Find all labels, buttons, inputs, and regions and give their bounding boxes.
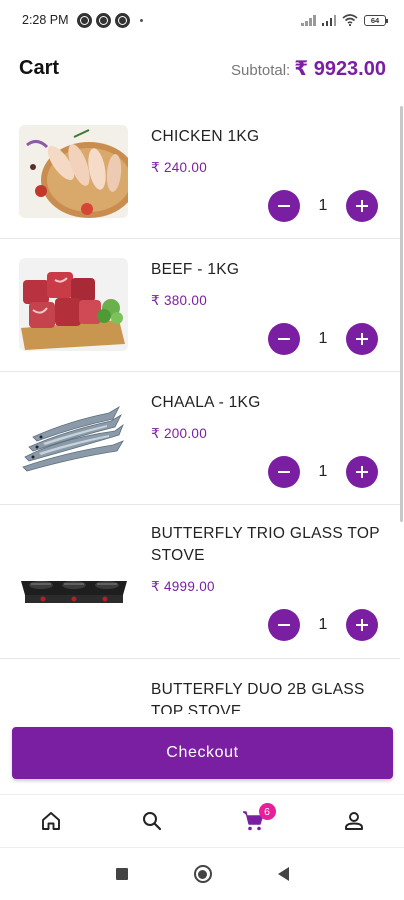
notification-icon (95, 12, 111, 28)
minus-icon (278, 624, 290, 626)
cart-header: Cart Subtotal: ₹ 9923.00 (0, 40, 404, 96)
minus-icon (278, 338, 290, 340)
plus-icon (356, 466, 368, 478)
quantity-value: 1 (318, 330, 328, 347)
decrease-quantity-button[interactable] (268, 190, 300, 222)
status-right: 64 (301, 14, 388, 26)
scrollbar[interactable] (400, 106, 403, 522)
item-image[interactable] (19, 258, 128, 351)
signal-icon (321, 14, 336, 26)
plus-icon (356, 200, 368, 212)
decrease-quantity-button[interactable] (268, 456, 300, 488)
signal-icon (301, 14, 316, 26)
decrease-quantity-button[interactable] (268, 323, 300, 355)
quantity-stepper[interactable]: 1 (268, 323, 378, 355)
notification-icon (76, 12, 92, 28)
item-image[interactable] (19, 125, 128, 218)
quantity-stepper[interactable]: 1 (268, 609, 378, 641)
checkout-button[interactable]: Checkout (12, 727, 393, 779)
more-notifications-icon (139, 18, 143, 22)
item-name: BUTTERFLY DUO 2B GLASS TOP STOVE (151, 681, 365, 714)
status-bar: 2:28 PM 64 (0, 0, 404, 40)
nav-item-cart[interactable]: 6 (202, 795, 303, 847)
decrease-quantity-button[interactable] (268, 609, 300, 641)
nav-item-home[interactable] (0, 795, 101, 847)
minus-icon (278, 205, 290, 207)
item-image[interactable] (19, 533, 128, 626)
quantity-value: 1 (318, 197, 328, 214)
status-left: 2:28 PM (22, 12, 143, 28)
profile-icon (344, 812, 363, 830)
item-price: ₹ 4999.00 (151, 579, 215, 594)
cart-item[interactable]: BUTTERFLY TRIO GLASS TOP STOVE ₹ 4999.00… (0, 505, 400, 659)
wifi-icon (342, 14, 358, 26)
quantity-stepper[interactable]: 1 (268, 190, 378, 222)
cart-item[interactable]: BEEF - 1KG ₹ 380.00 1 (0, 239, 400, 372)
item-price: ₹ 240.00 (151, 160, 208, 175)
increase-quantity-button[interactable] (346, 609, 378, 641)
item-price: ₹ 200.00 (151, 426, 208, 441)
notification-icon (114, 12, 130, 28)
increase-quantity-button[interactable] (346, 190, 378, 222)
quantity-value: 1 (318, 616, 328, 633)
recent-apps-button[interactable] (115, 868, 128, 880)
subtotal-value: ₹ 9923.00 (294, 57, 386, 80)
cart-item[interactable]: BUTTERFLY DUO 2B GLASS TOP STOVE (0, 659, 400, 714)
increase-quantity-button[interactable] (346, 456, 378, 488)
home-icon (41, 812, 60, 830)
item-price: ₹ 380.00 (151, 293, 208, 308)
subtotal: Subtotal: ₹ 9923.00 (231, 56, 386, 81)
system-nav-bar (0, 848, 404, 900)
status-time: 2:28 PM (22, 13, 69, 27)
plus-icon (356, 333, 368, 345)
quantity-value: 1 (318, 463, 328, 480)
cart-list[interactable]: CHICKEN 1KG ₹ 240.00 1 BEEF - 1KG ₹ 380.… (0, 106, 400, 714)
minus-icon (278, 471, 290, 473)
plus-icon (356, 619, 368, 631)
cart-item[interactable]: CHAALA - 1KG ₹ 200.00 1 (0, 372, 400, 505)
subtotal-label: Subtotal: (231, 61, 291, 79)
item-name: CHICKEN 1KG (151, 128, 260, 145)
cart-item[interactable]: CHICKEN 1KG ₹ 240.00 1 (0, 106, 400, 239)
increase-quantity-button[interactable] (346, 323, 378, 355)
nav-item-search[interactable] (101, 795, 202, 847)
item-name: CHAALA - 1KG (151, 394, 261, 411)
item-image[interactable] (19, 687, 128, 714)
item-image[interactable] (19, 391, 128, 484)
home-system-button[interactable] (193, 865, 212, 883)
back-button[interactable] (277, 867, 289, 881)
checkout-bar: Checkout (0, 714, 404, 794)
bottom-nav: 6 (0, 794, 404, 848)
nav-item-profile[interactable] (303, 795, 404, 847)
battery-icon: 64 (364, 14, 388, 26)
page-title: Cart (19, 56, 60, 79)
item-name: BUTTERFLY TRIO GLASS TOP STOVE (151, 525, 380, 564)
quantity-stepper[interactable]: 1 (268, 456, 378, 488)
search-icon (142, 812, 161, 831)
cart-count-badge: 6 (258, 803, 276, 820)
item-name: BEEF - 1KG (151, 261, 240, 278)
